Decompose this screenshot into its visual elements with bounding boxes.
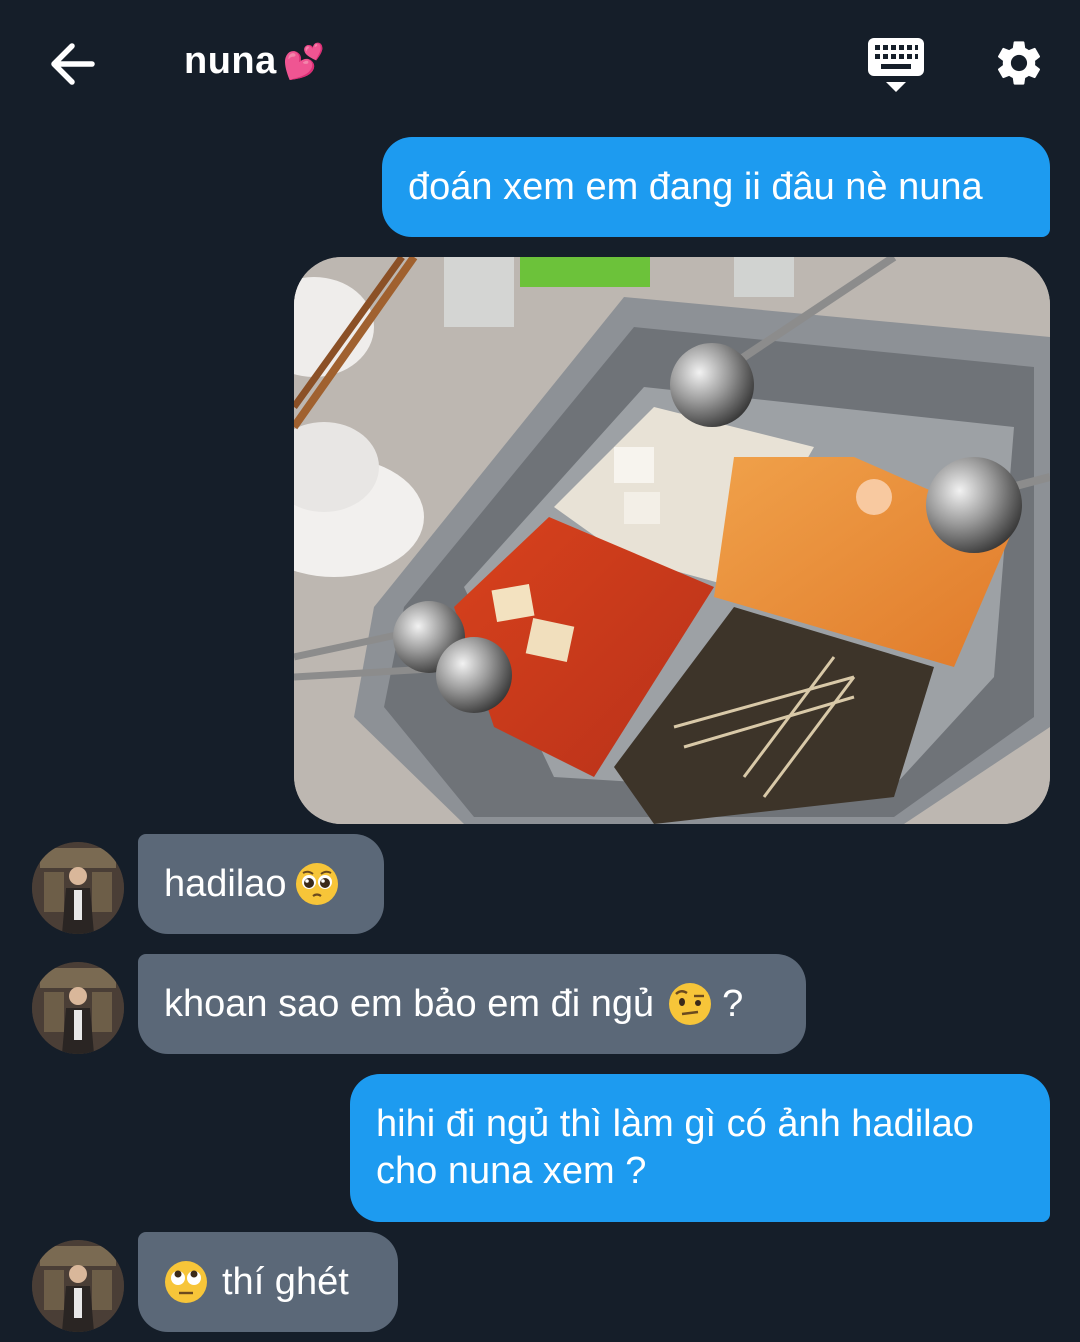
contact-name: nuna (184, 40, 277, 82)
back-button[interactable] (44, 38, 100, 90)
keyboard-toggle-button[interactable] (866, 36, 926, 94)
arrow-left-icon (51, 43, 95, 85)
contact-avatar[interactable] (32, 962, 124, 1054)
outgoing-message[interactable]: đoán xem em đang ii đâu nè nuna (382, 137, 1050, 237)
avatar-photo (32, 1240, 124, 1332)
chat-header: nuna 💕 (0, 0, 1080, 125)
message-text: đoán xem em đang ii đâu nè nuna (408, 165, 983, 208)
settings-button[interactable] (992, 36, 1046, 90)
outgoing-image-message[interactable] (294, 257, 1050, 824)
message-text: khoan sao em bảo em đi ngủ (164, 982, 655, 1025)
hotpot-photo (294, 257, 1050, 824)
message-text: hadilao (164, 862, 287, 905)
gear-icon (997, 41, 1041, 85)
incoming-message[interactable]: hadilao (138, 834, 384, 934)
avatar-photo (32, 962, 124, 1054)
incoming-message[interactable]: khoan sao em bảo em đi ngủ ? (138, 954, 806, 1054)
message-text-line1: hihi đi ngủ thì làm gì có ảnh hadilao (376, 1103, 974, 1145)
eye-roll-face-emoji (165, 1261, 207, 1303)
outgoing-message[interactable]: hihi đi ngủ thì làm gì có ảnh hadilao ch… (350, 1074, 1050, 1222)
message-text-line2: cho nuna xem ? (376, 1150, 647, 1192)
incoming-message[interactable]: thí ghét (138, 1232, 398, 1332)
message-text: thí ghét (222, 1260, 349, 1303)
keyboard-icon (868, 38, 924, 92)
contact-avatar[interactable] (32, 1240, 124, 1332)
chat-title[interactable]: nuna 💕 (184, 40, 326, 83)
avatar-photo (32, 842, 124, 934)
two-hearts-emoji: 💕 (282, 43, 326, 81)
pleading-face-emoji (295, 863, 338, 905)
contact-avatar[interactable] (32, 842, 124, 934)
raised-eyebrow-face-emoji (669, 983, 712, 1025)
message-suffix: ? (722, 982, 744, 1025)
